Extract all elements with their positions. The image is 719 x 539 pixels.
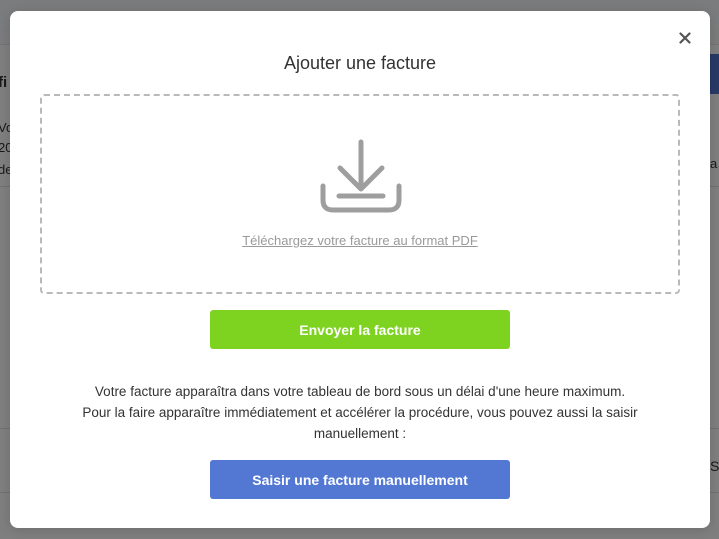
pdf-dropzone[interactable]: Téléchargez votre facture au format PDF bbox=[40, 94, 680, 294]
download-icon bbox=[320, 139, 402, 213]
add-invoice-modal: Ajouter une facture Téléchargez votre fa… bbox=[10, 11, 710, 528]
upload-pdf-link[interactable]: Téléchargez votre facture au format PDF bbox=[42, 233, 678, 248]
manual-invoice-button[interactable]: Saisir une facture manuellement bbox=[210, 460, 510, 499]
info-line: Pour la faire apparaître immédiatement e… bbox=[82, 405, 638, 441]
info-line: Votre facture apparaîtra dans votre tabl… bbox=[94, 384, 626, 399]
info-text: Votre facture apparaîtra dans votre tabl… bbox=[50, 381, 670, 444]
close-icon bbox=[679, 32, 691, 44]
modal-title: Ajouter une facture bbox=[283, 53, 437, 73]
send-invoice-button[interactable]: Envoyer la facture bbox=[210, 310, 510, 349]
close-button[interactable] bbox=[674, 27, 696, 49]
